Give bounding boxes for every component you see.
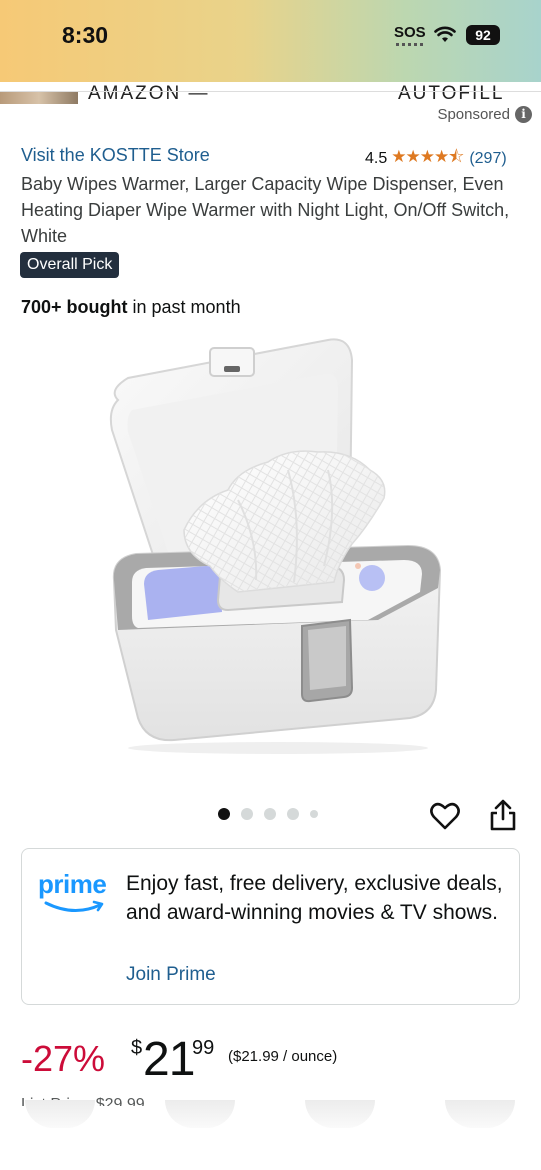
overall-pick-badge: Overall Pick <box>20 252 120 278</box>
carousel-dot-2[interactable] <box>241 808 253 820</box>
rating-value: 4.5 <box>365 149 388 167</box>
wifi-icon <box>434 26 456 42</box>
store-link[interactable]: Visit the KOSTTE Store <box>21 145 210 166</box>
info-icon[interactable]: i <box>515 106 532 123</box>
prime-promo-card[interactable]: prime Enjoy fast, free delivery, exclusi… <box>21 848 520 1005</box>
rating[interactable]: 4.5 ★★★★⯪ (297) <box>365 144 507 173</box>
carousel-dot-3[interactable] <box>264 808 276 820</box>
battery-icon: 92 <box>466 25 500 45</box>
heart-icon[interactable] <box>429 800 461 832</box>
thumbnail-image <box>0 92 78 104</box>
header-strip: AMAZON — AUTOFILL <box>0 82 541 104</box>
strip-text-left: AMAZON — <box>88 83 210 104</box>
status-bar: 8:30 SOS 92 <box>0 0 541 92</box>
price-fraction: 99 <box>192 1037 215 1059</box>
prime-logo-text: prime <box>38 869 107 899</box>
rating-count-link[interactable]: (297) <box>469 150 506 168</box>
price-whole: 21 <box>143 1033 195 1086</box>
status-time: 8:30 <box>62 22 109 48</box>
product-title[interactable]: Baby Wipes Warmer, Larger Capacity Wipe … <box>21 171 521 249</box>
prime-message: Enjoy fast, free delivery, exclusive dea… <box>126 872 503 924</box>
carousel-dots[interactable] <box>218 808 318 820</box>
bought-count-bold: 700+ bought <box>21 297 128 317</box>
price-currency-symbol: $ <box>131 1037 143 1059</box>
sponsored-text: Sponsored <box>437 106 510 123</box>
strip-text-right: AUTOFILL <box>398 83 505 104</box>
prime-logo: prime <box>38 869 112 917</box>
join-prime-link[interactable]: Join Prime <box>126 964 216 986</box>
share-icon[interactable] <box>488 798 518 832</box>
star-rating-icon: ★★★★⯪ <box>391 147 464 166</box>
bought-count-rest: in past month <box>127 297 241 317</box>
carousel-dot-5[interactable] <box>310 810 318 818</box>
product-image[interactable] <box>88 330 458 760</box>
price-row: -27% $ 21 99 ($21.99 / ounce) <box>21 1030 521 1090</box>
divider <box>0 91 541 92</box>
sponsored-label[interactable]: Sponsored i <box>437 106 532 123</box>
signal-dots-icon <box>396 43 424 46</box>
prime-smile-icon <box>44 900 104 912</box>
unit-price: ($21.99 / ounce) <box>228 1048 338 1065</box>
discount-percent: -27% <box>21 1038 106 1079</box>
bought-count: 700+ bought in past month <box>21 297 241 318</box>
sos-indicator: SOS <box>394 24 426 41</box>
carousel-dot-1[interactable] <box>218 808 230 820</box>
carousel-dot-4[interactable] <box>287 808 299 820</box>
